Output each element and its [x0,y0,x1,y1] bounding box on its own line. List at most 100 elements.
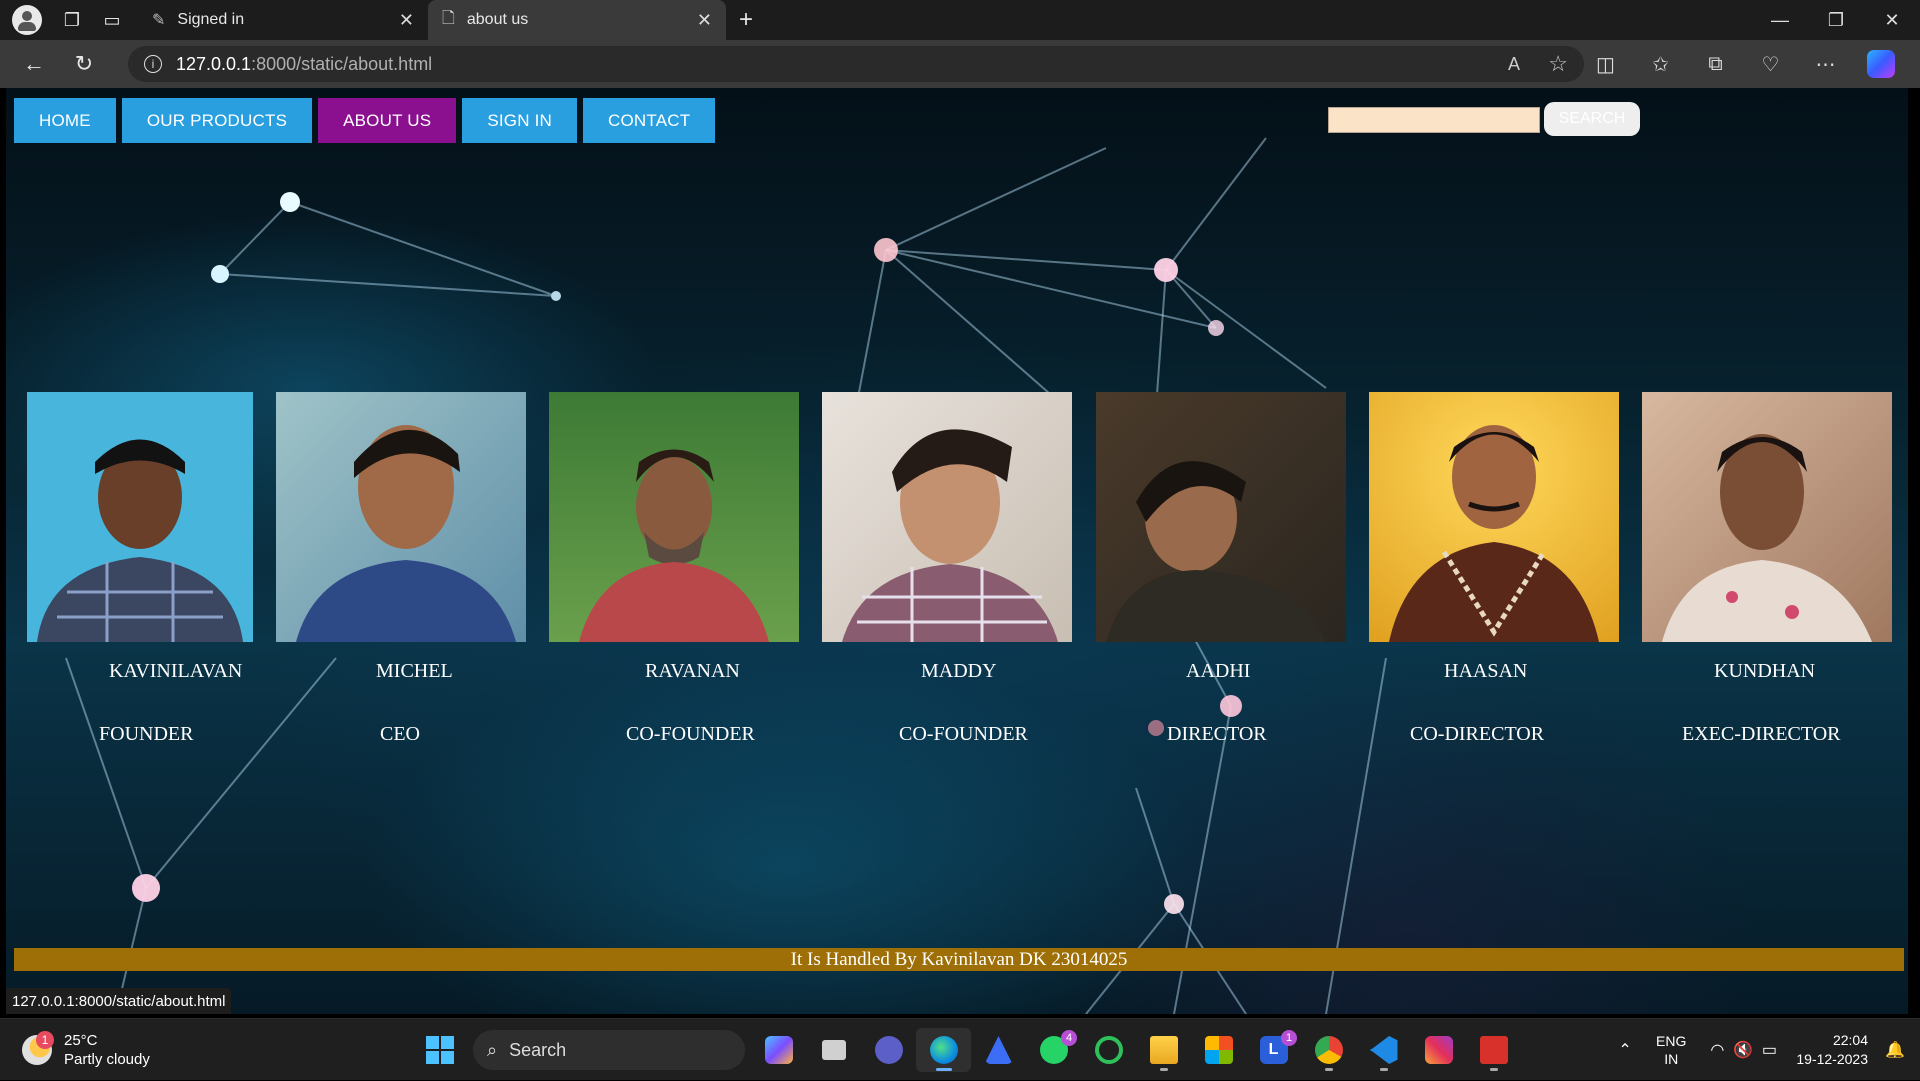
close-tab-icon[interactable]: ✕ [399,10,414,31]
team-card-kundhan: KUNDHAN EXEC-DIRECTOR [1642,392,1892,745]
language-indicator[interactable]: ENG IN [1656,1032,1686,1068]
edge-page-icon: ✎ [152,12,166,29]
clock[interactable]: 22:04 19-12-2023 [1796,1031,1868,1069]
site-info-icon[interactable]: i [144,55,162,73]
profile-icon[interactable] [12,5,42,35]
toolbar-actions: ◫ ✩ ⧉ ♡ ⋯ [1578,40,1908,88]
team-role: DIRECTOR [1167,723,1267,745]
team-photo [27,392,253,642]
close-window-icon[interactable]: ✕ [1864,0,1920,40]
volume-mute-icon[interactable]: 🔇 [1730,1035,1756,1065]
vscode-icon[interactable] [1356,1028,1411,1072]
search-icon: ⌕ [487,1039,498,1060]
browser-essentials-icon[interactable]: ♡ [1743,40,1798,88]
team-card-michel: MICHEL CEO [276,392,526,745]
favorites-icon[interactable]: ✩ [1633,40,1688,88]
chrome-icon[interactable] [1301,1028,1356,1072]
clock-time: 22:04 [1832,1032,1868,1048]
nav-about-us[interactable]: ABOUT US [318,98,457,143]
store-icon[interactable] [1191,1028,1246,1072]
taskbar-search[interactable]: ⌕ Search [473,1030,745,1070]
tab-title: Signed in [177,11,245,28]
team-card-aadhi: AADHI DIRECTOR [1096,392,1346,745]
team-card-ravanan: RAVANAN CO-FOUNDER [549,392,799,745]
tab-strip: ❐ ▭ ✎ Signed in ✕ 🗋 about us ✕ + — ❐ ✕ [0,0,1920,40]
close-tab-icon[interactable]: ✕ [697,10,712,31]
tab-signed-in[interactable]: ✎ Signed in ✕ [138,0,428,40]
taskbar: 1 25°C Partly cloudy ⌕ Search 4 L1 ⌃ ENG… [0,1018,1920,1080]
whatsapp-icon[interactable]: 4 [1026,1028,1081,1072]
edge-icon[interactable] [916,1028,971,1072]
team-photo [1369,392,1619,642]
l-app-badge: 1 [1281,1030,1297,1046]
status-bar-url: 127.0.0.1:8000/static/about.html [6,988,232,1014]
weather-badge: 1 [36,1031,54,1049]
team-name: KUNDHAN [1714,660,1816,682]
task-view-icon[interactable] [806,1028,861,1072]
l-app-icon[interactable]: L1 [1246,1028,1301,1072]
team-card-kavinilavan: KAVINILAVAN FOUNDER [27,392,277,745]
team-photo [549,392,799,642]
favorite-star-icon[interactable]: ☆ [1548,51,1568,77]
team-role: EXEC-DIRECTOR [1682,723,1841,745]
tab-about-us[interactable]: 🗋 about us ✕ [428,0,726,40]
url-text: 127.0.0.1:8000/static/about.html [176,53,433,74]
battery-icon[interactable]: ▭ [1756,1035,1782,1065]
search-button[interactable]: SEARCH [1544,102,1640,136]
nav-contact[interactable]: CONTACT [583,98,716,143]
pdf-icon[interactable] [1466,1028,1521,1072]
tab-title: about us [466,11,529,28]
system-tray: ⌃ ENG IN ◠ 🔇 ▭ 22:04 19-12-2023 🔔 [1612,1019,1920,1081]
collections-icon[interactable]: ⧉ [1688,40,1743,88]
refresh-icon[interactable]: ↻ [64,44,104,84]
nav-home[interactable]: HOME [14,98,116,143]
tab-actions-icon[interactable]: ▭ [92,0,132,40]
new-tab-icon[interactable]: + [726,0,766,40]
team-name: KAVINILAVAN [109,660,243,682]
read-aloud-icon[interactable]: A [1508,54,1520,75]
weather-temp: 25°C [64,1032,98,1049]
team-name: RAVANAN [645,660,740,682]
notification-bell-icon[interactable]: 🔔 [1882,1035,1908,1065]
minimize-icon[interactable]: — [1752,0,1808,40]
team-name: HAASAN [1444,660,1528,682]
team-card-haasan: HAASAN CO-DIRECTOR [1369,392,1619,745]
taskbar-search-label: Search [509,1039,567,1060]
search-input[interactable] [1328,107,1540,133]
more-icon[interactable]: ⋯ [1798,40,1853,88]
address-bar[interactable]: i 127.0.0.1:8000/static/about.html A ☆ [128,46,1584,82]
copilot-icon[interactable] [1853,40,1908,88]
team-card-maddy: MADDY CO-FOUNDER [822,392,1072,745]
restore-icon[interactable]: ❐ [1808,0,1864,40]
nav-sign-in[interactable]: SIGN IN [462,98,577,143]
nav-our-products[interactable]: OUR PRODUCTS [121,98,313,143]
taskbar-apps: ⌕ Search 4 L1 [412,1028,1521,1072]
clock-date: 19-12-2023 [1796,1051,1868,1067]
browser-toolbar: ← ↻ i 127.0.0.1:8000/static/about.html A… [0,40,1920,88]
team-photo [1642,392,1892,642]
sync-app-icon[interactable] [1081,1028,1136,1072]
team-photo [1096,392,1346,642]
weather-desc: Partly cloudy [64,1051,150,1068]
wifi-icon[interactable]: ◠ [1704,1035,1730,1065]
weather-widget[interactable]: 1 25°C Partly cloudy [22,1031,150,1069]
team-role: CO-FOUNDER [626,723,755,745]
whatsapp-badge: 4 [1061,1030,1077,1046]
main-nav: HOME OUR PRODUCTS ABOUT US SIGN IN CONTA… [14,98,716,143]
copilot-app-icon[interactable] [751,1028,806,1072]
arc-icon[interactable] [971,1028,1026,1072]
footer-bar: It Is Handled By Kavinilavan DK 23014025 [14,948,1904,971]
page-icon: 🗋 [442,9,455,27]
workspaces-icon[interactable]: ❐ [52,0,92,40]
instagram-icon[interactable] [1411,1028,1466,1072]
start-icon[interactable] [412,1028,467,1072]
meet-icon[interactable] [861,1028,916,1072]
tray-chevron-icon[interactable]: ⌃ [1612,1035,1638,1065]
back-icon[interactable]: ← [14,44,54,84]
team-role: FOUNDER [99,723,194,745]
team-photo [276,392,526,642]
team-name: AADHI [1186,660,1251,682]
split-screen-icon[interactable]: ◫ [1578,40,1633,88]
file-explorer-icon[interactable] [1136,1028,1191,1072]
team-photo [822,392,1072,642]
